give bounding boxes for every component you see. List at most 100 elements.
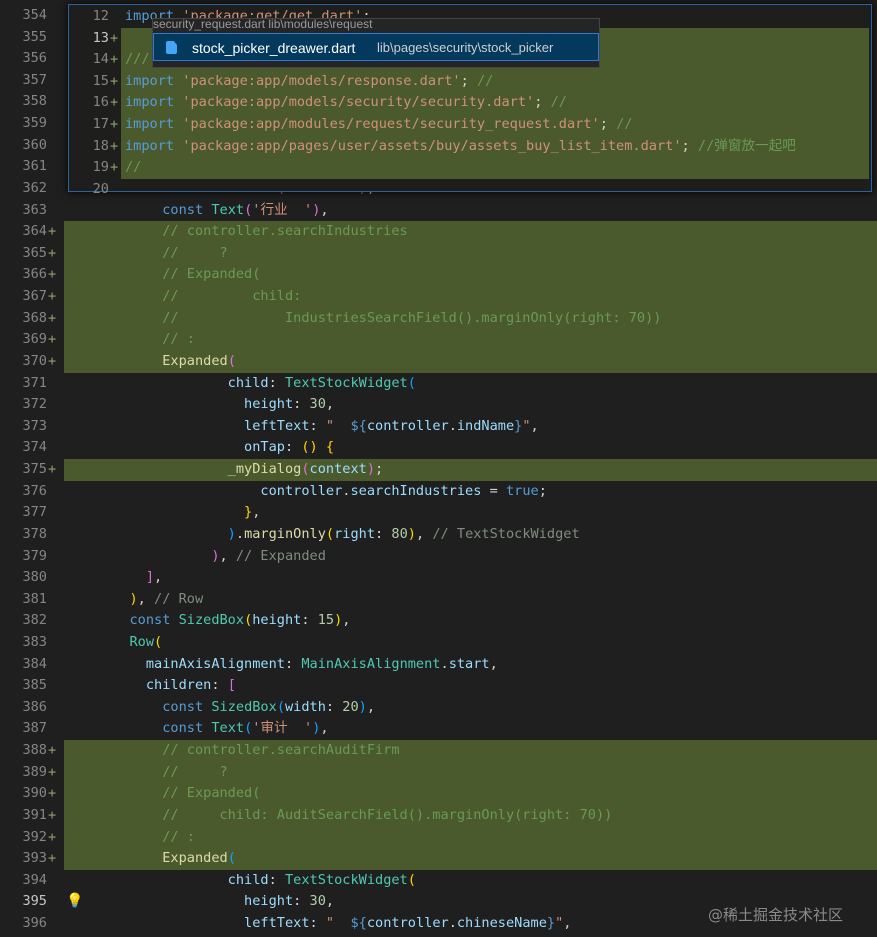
code-line[interactable]: 377 }, (0, 502, 877, 524)
code-line[interactable]: 370 + Expanded( (0, 350, 877, 373)
code-text: leftText: " ${controller.chineseName}", (64, 913, 571, 935)
code-token: true (505, 482, 539, 499)
peek-code-line[interactable]: 20 (69, 179, 871, 201)
code-line[interactable]: 364 + // controller.searchIndustries (0, 221, 877, 243)
code-token: child (64, 374, 269, 391)
code-token: " (325, 417, 351, 434)
import-suggestion-popup[interactable]: security_request.dart lib\modules\reques… (152, 18, 600, 68)
code-line[interactable]: 371 child: TextStockWidget( (0, 373, 877, 395)
peek-code-line[interactable]: 19 + // (69, 157, 871, 179)
peek-code-text: // (125, 157, 141, 179)
diff-added-icon: + (48, 309, 57, 326)
code-token: . (448, 417, 457, 434)
diff-added-icon: + (48, 850, 57, 867)
code-text: ), // Expanded (64, 546, 326, 568)
code-line[interactable]: 380 ], (0, 567, 877, 589)
code-token: // ? (64, 763, 228, 780)
line-number: 359 (22, 115, 47, 132)
code-line[interactable]: 391 + // child: AuditSearchField().margin… (0, 804, 877, 827)
code-token: onTap (64, 439, 285, 456)
code-token: // ? (64, 244, 228, 261)
peek-code-line[interactable]: 18 + import 'package:app/pages/user/assets… (69, 135, 871, 158)
code-token: // (476, 72, 494, 89)
code-token: ) (407, 525, 416, 542)
code-token: 'package:app/pages/user/assets/buy/asset… (182, 137, 682, 154)
line-number: 364 (22, 223, 47, 240)
code-line[interactable]: 372 height: 30, (0, 394, 877, 416)
code-line[interactable]: 382 const SizedBox(height: 15), (0, 610, 877, 632)
peek-line-number: 20 (92, 180, 109, 197)
code-token: Text (211, 720, 245, 737)
code-token: import (125, 72, 183, 89)
code-line[interactable]: 379 ), // Expanded (0, 546, 877, 568)
code-line[interactable]: 378 ).marginOnly(right: 80), // TextStoc… (0, 524, 877, 546)
code-line[interactable]: 385 children: [ (0, 675, 877, 697)
code-text: controller.searchIndustries = true; (64, 481, 547, 503)
peek-code-line[interactable]: 17 + import 'package:app/modules/request/s… (69, 114, 871, 136)
code-line[interactable]: 394 child: TextStockWidget( (0, 870, 877, 892)
code-token: marginOnly (244, 525, 326, 542)
code-token: , (325, 893, 335, 910)
code-line[interactable]: 384 mainAxisAlignment: MainAxisAlignment… (0, 654, 877, 676)
suggestion-item-selected[interactable]: stock_picker_dreawer.dart lib\pages\secu… (153, 33, 599, 61)
code-editor[interactable]: 354 355 356 357 358 359 360 361 362 const SizedB… (0, 0, 877, 937)
peek-line-number: 19 (92, 159, 109, 176)
code-token: , (530, 417, 539, 434)
code-token: ) (366, 461, 376, 478)
code-line[interactable]: 369 + // : (0, 329, 877, 351)
code-line[interactable]: 393 + Expanded( (0, 848, 877, 870)
code-line[interactable]: 368 + // IndustriesSearchField().marginOn… (0, 307, 877, 330)
code-token: 30 (309, 396, 326, 413)
code-line[interactable]: 386 const SizedBox(width: 20), (0, 697, 877, 719)
code-token: ; (460, 72, 477, 89)
line-number: 385 (22, 677, 47, 694)
peek-code-line[interactable]: 16 + import 'package:app/models/security/s… (69, 92, 871, 115)
line-number: 396 (22, 915, 47, 932)
code-token: ; (599, 116, 617, 133)
code-token: // child: AuditSearchField().marginOnly(… (64, 806, 613, 823)
code-token: _myDialog (64, 461, 302, 478)
code-token: ( (407, 871, 416, 888)
line-number: 375 (22, 461, 47, 478)
diff-added-icon: + (48, 331, 57, 348)
code-line[interactable]: 381 ), // Row (0, 589, 877, 611)
line-number: 356 (22, 50, 47, 67)
code-line[interactable]: 363 const Text('行业 '), (0, 200, 877, 222)
code-text: const SizedBox(width: 20), (64, 697, 375, 719)
code-token: // TextStockWidget (432, 525, 580, 542)
code-token: ) (358, 698, 367, 715)
code-line[interactable]: 367 + // child: (0, 286, 877, 308)
code-line[interactable]: 389 + // ? (0, 761, 877, 784)
code-text: // ? (64, 762, 228, 784)
code-token: ( (325, 525, 335, 542)
code-text: ).marginOnly(right: 80), // TextStockWid… (64, 524, 580, 546)
code-token: , (137, 590, 155, 607)
peek-line-number: 17 (92, 116, 109, 133)
code-token: ( (301, 461, 310, 478)
code-token: : (293, 396, 310, 413)
line-number: 354 (22, 7, 47, 23)
code-line[interactable]: 392 + // : (0, 826, 877, 849)
line-number: 394 (22, 871, 47, 888)
code-line[interactable]: 383 Row( (0, 632, 877, 654)
code-line[interactable]: 366 + // Expanded( (0, 264, 877, 287)
code-line[interactable]: 374 onTap: () { (0, 437, 877, 459)
code-line[interactable]: 373 leftText: " ${controller.indName}", (0, 416, 877, 438)
line-number: 360 (22, 136, 47, 153)
code-text: ), // Row (64, 589, 203, 611)
line-number: 389 (22, 763, 47, 780)
code-token: '行业 ' (252, 201, 313, 218)
code-line[interactable]: 376 controller.searchIndustries = true; (0, 481, 877, 503)
code-line[interactable]: 387 const Text('审计 '), (0, 718, 877, 740)
code-token: Expanded (64, 352, 228, 369)
code-token: = (481, 482, 506, 499)
suggestion-item-partial[interactable]: security_request.dart lib\modules\reques… (153, 19, 599, 31)
code-line[interactable]: 388 + // controller.searchAuditFirm (0, 740, 877, 762)
code-line[interactable]: 390 + // Expanded( (0, 783, 877, 805)
code-token: indName (456, 417, 515, 434)
line-number: 357 (22, 71, 47, 88)
peek-code-line[interactable]: 15 + import 'package:app/models/response.d… (69, 70, 871, 93)
code-token: , (563, 915, 572, 932)
code-line[interactable]: 365 + // ? (0, 242, 877, 265)
code-line[interactable]: 375 + _myDialog(context); (0, 459, 877, 481)
